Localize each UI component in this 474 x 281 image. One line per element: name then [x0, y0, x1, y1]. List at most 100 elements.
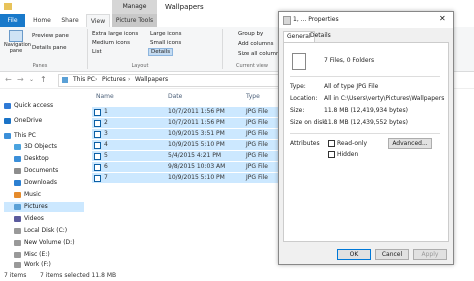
advanced-button[interactable]: Advanced...: [388, 138, 432, 149]
file-row[interactable]: 6 9/8/2015 10:03 AM JPG File: [92, 162, 280, 172]
nav-label: This PC: [14, 132, 36, 139]
breadcrumb-pictures[interactable]: Pictures: [102, 76, 126, 83]
file-name: 4: [104, 141, 108, 148]
breadcrumb-this-pc[interactable]: This PC: [73, 76, 95, 83]
location-label: Location:: [290, 95, 318, 102]
file-date: 10/9/2015 5:10 PM: [168, 174, 225, 181]
file-type: JPG File: [246, 163, 268, 170]
address-bar[interactable]: This PC › Pictures › Wallpapers: [58, 74, 280, 87]
nav-item-quick-access[interactable]: Quick access: [4, 101, 53, 111]
file-row[interactable]: 2 10/7/2011 1:56 PM JPG File: [92, 118, 280, 128]
navigation-pane-icon: [9, 30, 23, 42]
extra-large-icons-option[interactable]: Extra large icons: [92, 31, 138, 37]
hidden-checkbox[interactable]: [328, 151, 335, 158]
drive-icon: [14, 239, 21, 246]
folder-icon: [4, 3, 12, 10]
tab-share[interactable]: Share: [58, 14, 82, 27]
tab-details[interactable]: Details: [307, 31, 334, 41]
back-arrow-icon[interactable]: ←: [5, 75, 12, 84]
selected-checkbox[interactable]: [94, 109, 101, 116]
current-view-group-label: Current view: [236, 63, 268, 69]
tab-view[interactable]: View: [86, 14, 110, 28]
dialog-title: 1, ... Properties: [293, 16, 339, 23]
small-icons-option[interactable]: Small icons: [150, 40, 181, 46]
nav-item-local-disk-c[interactable]: Local Disk (C:): [14, 226, 67, 236]
forward-arrow-icon[interactable]: →: [17, 75, 24, 84]
ok-button[interactable]: OK: [337, 249, 371, 260]
close-icon[interactable]: ✕: [439, 14, 446, 23]
nav-item-downloads[interactable]: Downloads: [14, 178, 57, 188]
file-name: 1: [104, 108, 108, 115]
up-arrow-icon[interactable]: ↑: [40, 75, 47, 84]
drive-icon: [14, 261, 21, 268]
nav-item-pictures[interactable]: Pictures: [4, 202, 84, 212]
file-date: 5/4/2015 4:21 PM: [168, 152, 222, 159]
navigation-pane: Quick access OneDrive This PC 3D Objects…: [0, 89, 88, 270]
selected-checkbox[interactable]: [94, 175, 101, 182]
hidden-label: Hidden: [337, 151, 359, 158]
preview-pane-button[interactable]: Preview pane: [32, 33, 69, 39]
column-header-name[interactable]: Name: [96, 93, 114, 100]
nav-item-this-pc[interactable]: This PC: [4, 131, 36, 141]
dialog-body: 7 Files, 0 Folders Type: All of type JPG…: [283, 42, 449, 242]
computer-icon: [4, 132, 11, 139]
file-row[interactable]: 5 5/4/2015 4:21 PM JPG File: [92, 151, 280, 161]
selection-summary: 7 Files, 0 Folders: [324, 57, 375, 64]
nav-label: 3D Objects: [24, 143, 58, 150]
file-type: JPG File: [246, 108, 268, 115]
file-date: 10/9/2015 3:51 PM: [168, 130, 225, 137]
tab-home[interactable]: Home: [30, 14, 54, 27]
details-pane-button[interactable]: Details pane: [32, 45, 67, 51]
desktop-icon: [14, 155, 21, 162]
nav-item-music[interactable]: Music: [14, 190, 41, 200]
column-header-type[interactable]: Type: [246, 93, 260, 100]
file-name: 5: [104, 152, 108, 159]
medium-icons-option[interactable]: Medium icons: [92, 40, 130, 46]
nav-item-misc-e[interactable]: Misc (E:): [14, 250, 50, 260]
size-value: 11.8 MB (12,419,934 bytes): [324, 107, 408, 114]
read-only-checkbox[interactable]: [328, 140, 335, 147]
nav-label: Quick access: [14, 102, 54, 109]
column-header-date[interactable]: Date: [168, 93, 182, 100]
nav-item-documents[interactable]: Documents: [14, 166, 58, 176]
nav-item-desktop[interactable]: Desktop: [14, 154, 49, 164]
nav-item-new-volume-d[interactable]: New Volume (D:): [14, 238, 75, 248]
file-row[interactable]: 4 10/9/2015 5:10 PM JPG File: [92, 140, 280, 150]
selected-checkbox[interactable]: [94, 120, 101, 127]
type-label: Type:: [290, 83, 306, 90]
attributes-label: Attributes: [290, 140, 320, 147]
group-by-button[interactable]: Group by: [238, 31, 263, 37]
item-count: 7 items: [4, 272, 27, 279]
apply-button[interactable]: Apply: [413, 249, 447, 260]
nav-item-onedrive[interactable]: OneDrive: [4, 116, 42, 126]
panes-group-label: Panes: [32, 63, 48, 69]
size-all-columns-button[interactable]: Size all columns to fit: [238, 51, 278, 57]
cancel-button[interactable]: Cancel: [375, 249, 409, 260]
document-icon: [14, 167, 21, 174]
nav-item-3d-objects[interactable]: 3D Objects: [14, 142, 57, 152]
large-icons-option[interactable]: Large icons: [150, 31, 182, 37]
star-icon: [4, 102, 11, 109]
read-only-label: Read-only: [337, 140, 368, 147]
tab-picture-tools[interactable]: Picture Tools: [112, 14, 157, 27]
selected-checkbox[interactable]: [94, 131, 101, 138]
status-bar: 7 items 7 items selected 11.8 MB: [0, 270, 474, 281]
file-row[interactable]: 1 10/7/2011 1:56 PM JPG File: [92, 107, 280, 117]
ribbon-separator: [87, 29, 88, 69]
recent-locations-icon[interactable]: ⌄: [29, 76, 34, 83]
add-columns-button[interactable]: Add columns: [238, 41, 274, 47]
nav-label: Desktop: [24, 155, 49, 162]
details-option[interactable]: Details: [148, 48, 174, 56]
nav-item-work-f[interactable]: Work (F:): [14, 260, 51, 270]
selected-checkbox[interactable]: [94, 153, 101, 160]
selected-checkbox[interactable]: [94, 164, 101, 171]
file-row[interactable]: 3 10/9/2015 3:51 PM JPG File: [92, 129, 280, 139]
file-name: 6: [104, 163, 108, 170]
nav-item-videos[interactable]: Videos: [14, 214, 44, 224]
selected-checkbox[interactable]: [94, 142, 101, 149]
tab-file[interactable]: File: [0, 14, 25, 27]
breadcrumb-wallpapers[interactable]: Wallpapers: [135, 76, 168, 83]
file-row[interactable]: 7 10/9/2015 5:10 PM JPG File: [92, 173, 280, 183]
navigation-pane-button[interactable]: Navigation pane: [4, 30, 31, 54]
list-option[interactable]: List: [92, 49, 102, 55]
